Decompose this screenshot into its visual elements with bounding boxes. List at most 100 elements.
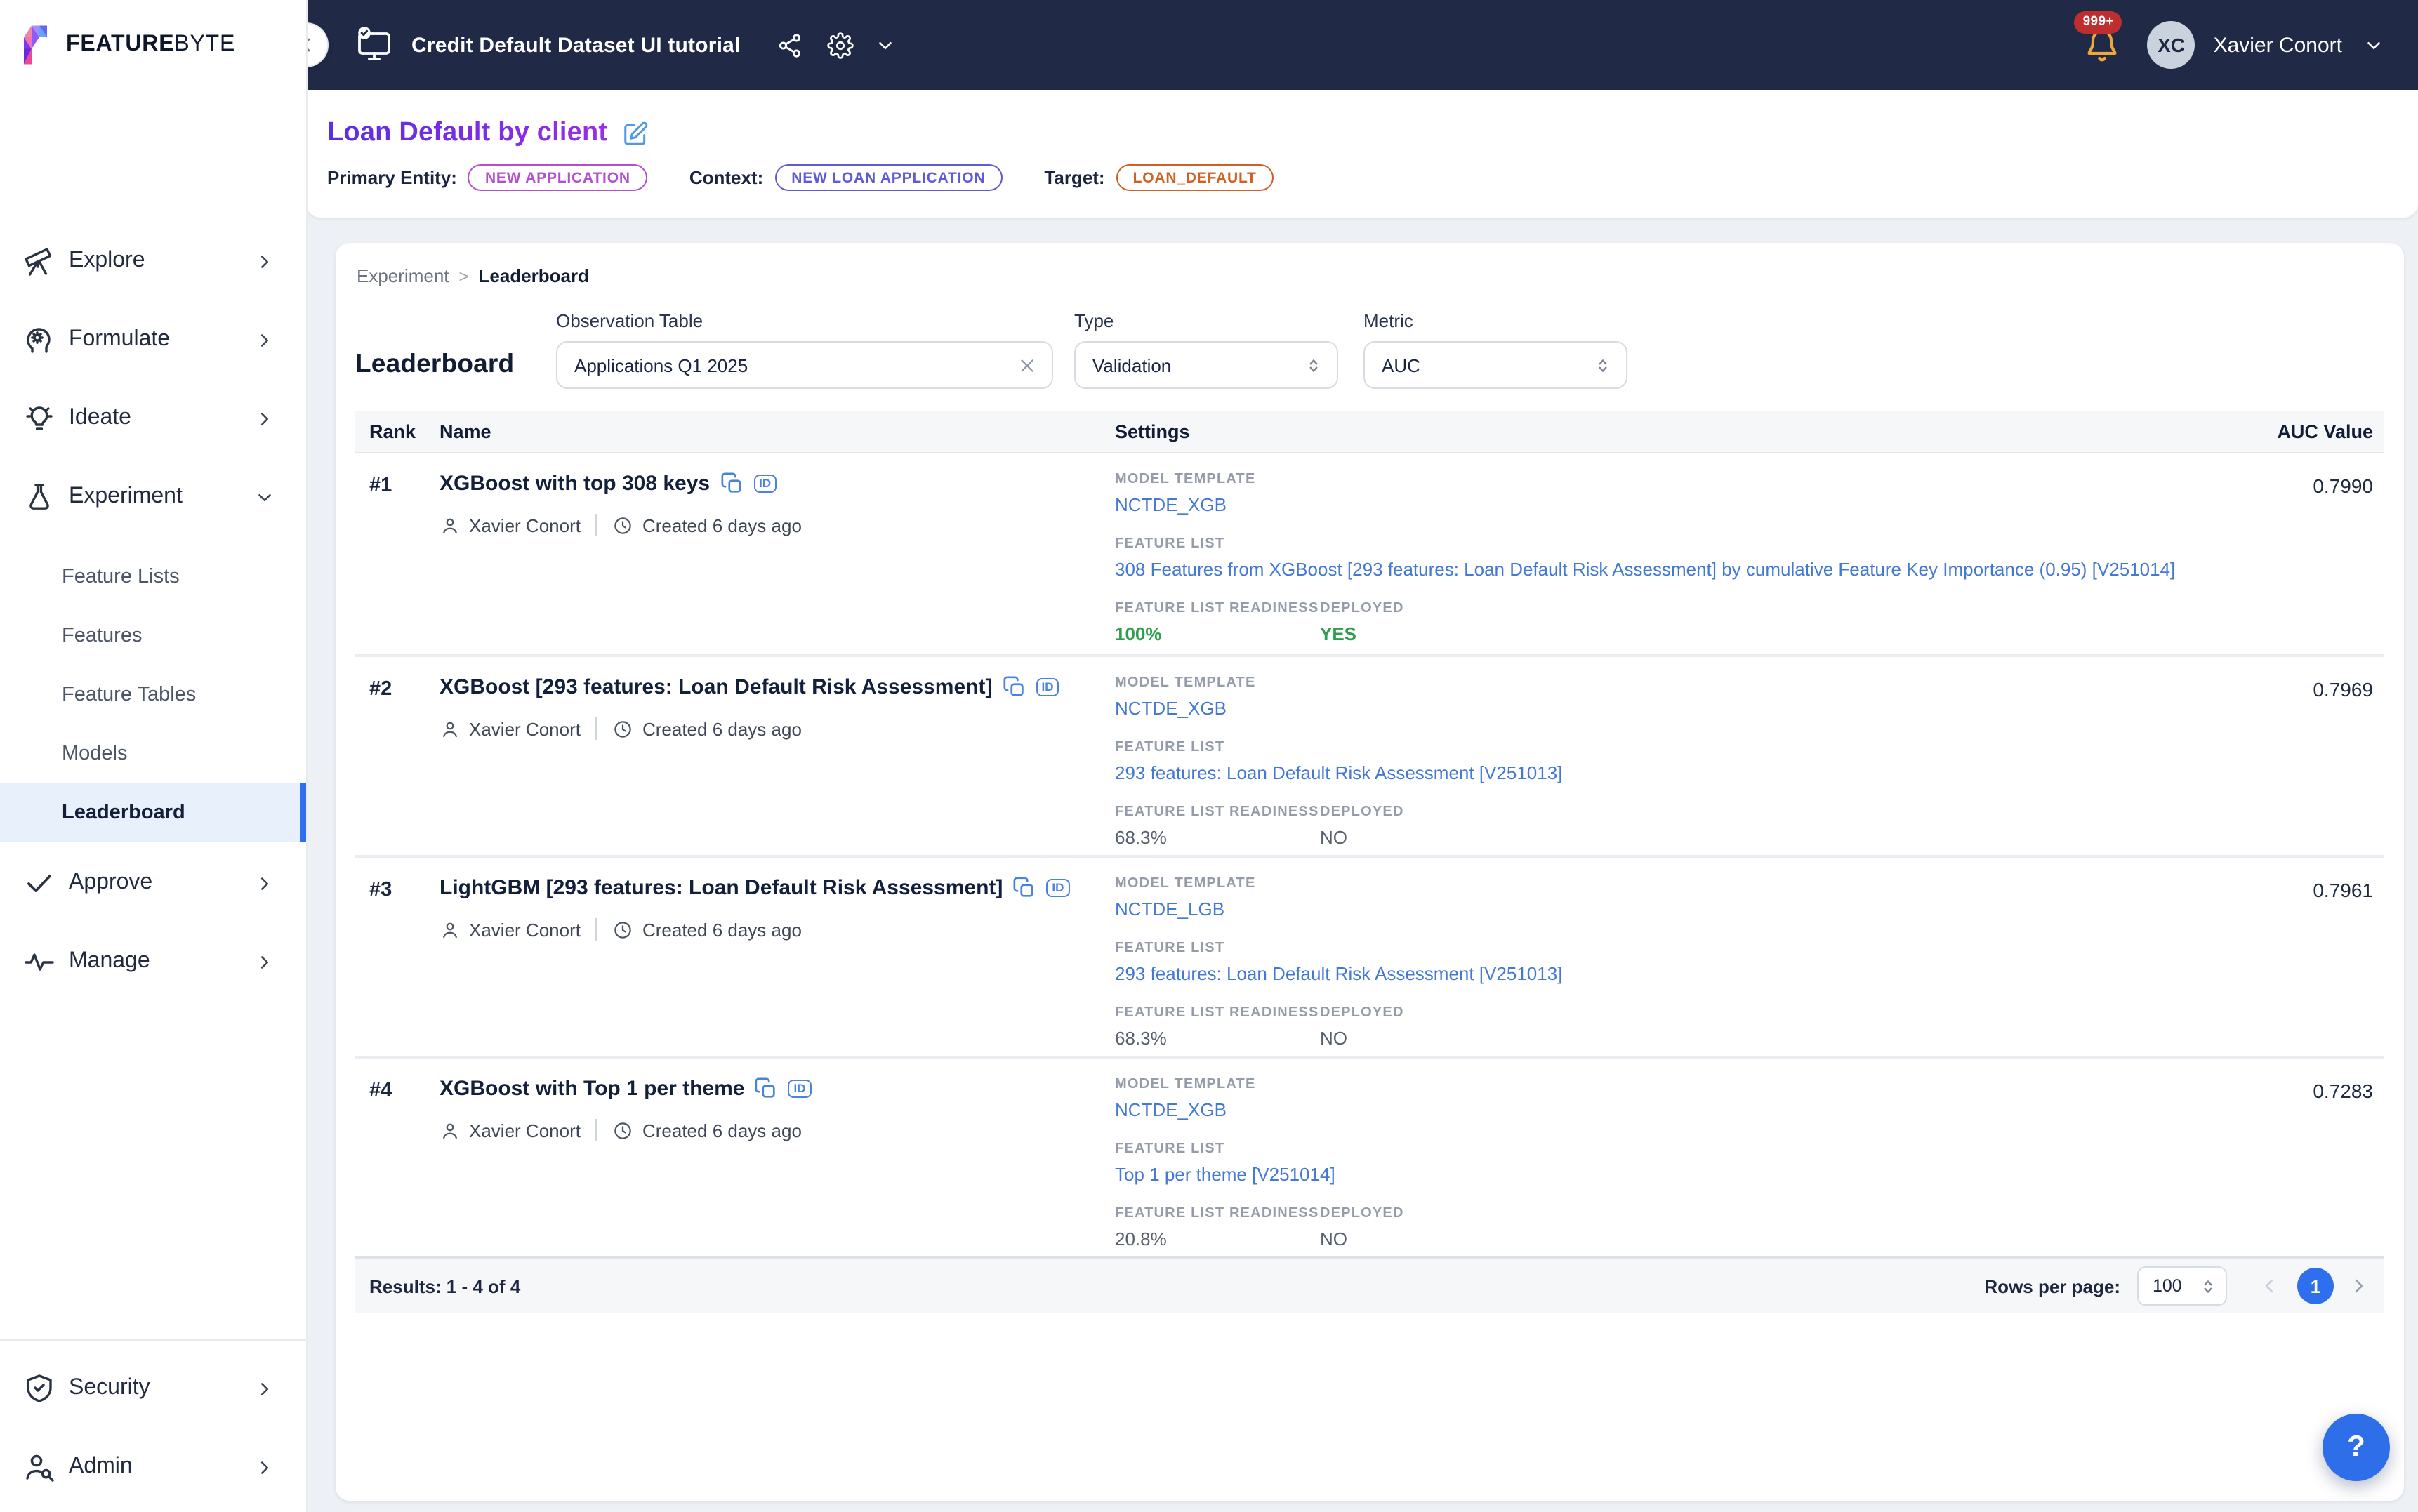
clock-icon	[613, 718, 634, 739]
select-arrows-icon	[1304, 356, 1323, 374]
leaderboard-card: Experiment > Leaderboard Leaderboard Obs…	[336, 243, 2404, 1501]
deployed-label: DEPLOYED	[1320, 601, 2205, 616]
row-meta: Xavier Conort Created 6 days ago	[440, 717, 1115, 740]
avatar[interactable]: XC	[2148, 21, 2195, 69]
model-template-link[interactable]: NCTDE_XGB	[1115, 1099, 2196, 1120]
owner-name: Xavier Conort	[469, 718, 581, 739]
flask-icon	[22, 480, 56, 514]
sidebar-item-manage[interactable]: Manage	[0, 934, 306, 990]
user-name: Xavier Conort	[2214, 33, 2342, 57]
brand-logo[interactable]: FEATUREBYTE	[0, 0, 306, 90]
page-number-button[interactable]: 1	[2297, 1268, 2334, 1304]
edit-pencil-icon[interactable]	[621, 120, 648, 147]
clear-x-icon[interactable]	[1017, 354, 1038, 376]
breadcrumb-experiment[interactable]: Experiment	[357, 265, 449, 286]
leaderboard-heading: Leaderboard	[355, 348, 556, 389]
row-meta: Xavier Conort Created 6 days ago	[440, 1119, 1115, 1141]
settings-gear-icon[interactable]	[828, 32, 854, 58]
chevron-right-icon	[254, 1457, 275, 1478]
sidebar-item-feature-lists[interactable]: Feature Lists	[0, 548, 306, 606]
sidebar-item-experiment[interactable]: Experiment	[0, 469, 306, 525]
sidebar-item-approve[interactable]: Approve	[0, 855, 306, 911]
sidebar-item-formulate[interactable]: Formulate	[0, 312, 306, 368]
sidebar-item-label: Explore	[69, 248, 145, 274]
rank-value: #4	[369, 1077, 440, 1102]
user-search-icon	[22, 1450, 56, 1484]
context-label: Context:	[689, 167, 763, 188]
results-count: Results: 1 - 4 of 4	[369, 1275, 520, 1297]
copy-icon[interactable]	[1002, 675, 1026, 699]
next-page-icon[interactable]	[2348, 1275, 2370, 1297]
copy-icon[interactable]	[755, 1077, 779, 1101]
experiment-name[interactable]: LightGBM [293 features: Loan Default Ris…	[440, 876, 1003, 900]
copy-icon[interactable]	[720, 472, 744, 496]
person-icon	[440, 919, 461, 940]
experiment-name[interactable]: XGBoost with top 308 keys	[440, 472, 710, 496]
previous-page-icon[interactable]	[2258, 1275, 2280, 1297]
experiment-name[interactable]: XGBoost with Top 1 per theme	[440, 1077, 745, 1101]
sidebar-item-label: Experiment	[69, 484, 183, 510]
readiness-label: FEATURE LIST READINESS	[1115, 804, 1320, 820]
type-select[interactable]: Validation	[1074, 341, 1338, 389]
feature-list-label: FEATURE LIST	[1115, 740, 2205, 755]
sidebar-item-models[interactable]: Models	[0, 724, 306, 783]
model-template-link[interactable]: NCTDE_LGB	[1115, 898, 2196, 920]
row-settings: MODEL TEMPLATE NCTDE_XGB FEATURE LIST 30…	[1115, 472, 2205, 644]
id-icon[interactable]: ID	[753, 475, 777, 493]
chevron-right-icon	[254, 951, 275, 972]
model-template-link[interactable]: NCTDE_XGB	[1115, 698, 2196, 719]
id-icon[interactable]: ID	[1046, 879, 1069, 898]
chevron-right-icon	[254, 1378, 275, 1399]
feature-list-link[interactable]: 293 features: Loan Default Risk Assessme…	[1115, 762, 2196, 783]
table-header-row: Rank Name Settings AUC Value	[355, 411, 2384, 453]
table-row: #2 XGBoost [293 features: Loan Default R…	[355, 654, 2384, 855]
sidebar-item-security[interactable]: Security	[0, 1360, 306, 1417]
clock-icon	[613, 1120, 634, 1141]
person-icon	[440, 515, 461, 536]
lightbulb-icon	[22, 402, 56, 435]
leaderboard-table: Rank Name Settings AUC Value #1 XGBoost …	[355, 411, 2384, 1313]
project-menu-chevron-icon[interactable]	[876, 34, 897, 55]
deployed-label: DEPLOYED	[1320, 1206, 2205, 1221]
owner-name: Xavier Conort	[469, 515, 581, 536]
id-icon[interactable]: ID	[1036, 678, 1059, 697]
sidebar-item-leaderboard[interactable]: Leaderboard	[0, 783, 306, 842]
sidebar-item-features[interactable]: Features	[0, 606, 306, 665]
model-template-link[interactable]: NCTDE_XGB	[1115, 494, 2196, 515]
target-badge[interactable]: LOAN_DEFAULT	[1116, 164, 1274, 191]
feature-list-link[interactable]: Top 1 per theme [V251014]	[1115, 1164, 2196, 1185]
experiment-submenu: Feature Lists Features Feature Tables Mo…	[0, 548, 306, 842]
metric-select[interactable]: AUC	[1363, 341, 1627, 389]
sidebar-item-label: Formulate	[69, 327, 170, 352]
feature-list-link[interactable]: 308 Features from XGBoost [293 features:…	[1115, 559, 2196, 580]
model-template-label: MODEL TEMPLATE	[1115, 472, 2205, 487]
deployed-value: NO	[1320, 1228, 2205, 1249]
notifications-bell[interactable]: 999+	[2085, 27, 2121, 63]
deployed-label: DEPLOYED	[1320, 1005, 2205, 1021]
help-button[interactable]: ?	[2323, 1414, 2390, 1481]
share-icon[interactable]	[777, 32, 804, 58]
rows-per-page-select[interactable]: 100	[2137, 1266, 2227, 1306]
sidebar-item-ideate[interactable]: Ideate	[0, 390, 306, 446]
deployed-value: NO	[1320, 1028, 2205, 1049]
user-menu-chevron-icon[interactable]	[2363, 34, 2384, 55]
owner-name: Xavier Conort	[469, 1120, 581, 1141]
deployed-label: DEPLOYED	[1320, 804, 2205, 820]
metric-filter: Metric AUC	[1363, 310, 1653, 389]
chevron-down-icon	[254, 486, 275, 508]
sidebar: FEATUREBYTE Explore Formulate	[0, 0, 306, 1512]
id-icon[interactable]: ID	[788, 1080, 812, 1099]
context-badge[interactable]: NEW LOAN APPLICATION	[774, 164, 1002, 191]
sidebar-item-feature-tables[interactable]: Feature Tables	[0, 665, 306, 724]
sidebar-item-explore[interactable]: Explore	[0, 233, 306, 289]
primary-entity-badge[interactable]: NEW APPLICATION	[468, 164, 647, 191]
observation-table-label: Observation Table	[556, 310, 1074, 331]
feature-list-link[interactable]: 293 features: Loan Default Risk Assessme…	[1115, 963, 2196, 984]
sidebar-item-admin[interactable]: Admin	[0, 1439, 306, 1495]
copy-icon[interactable]	[1012, 876, 1036, 900]
select-arrows-icon	[1594, 356, 1612, 374]
row-meta: Xavier Conort Created 6 days ago	[440, 514, 1115, 536]
notifications-badge: 999+	[2075, 11, 2122, 33]
experiment-name[interactable]: XGBoost [293 features: Loan Default Risk…	[440, 675, 992, 699]
observation-table-input[interactable]	[574, 354, 1017, 376]
